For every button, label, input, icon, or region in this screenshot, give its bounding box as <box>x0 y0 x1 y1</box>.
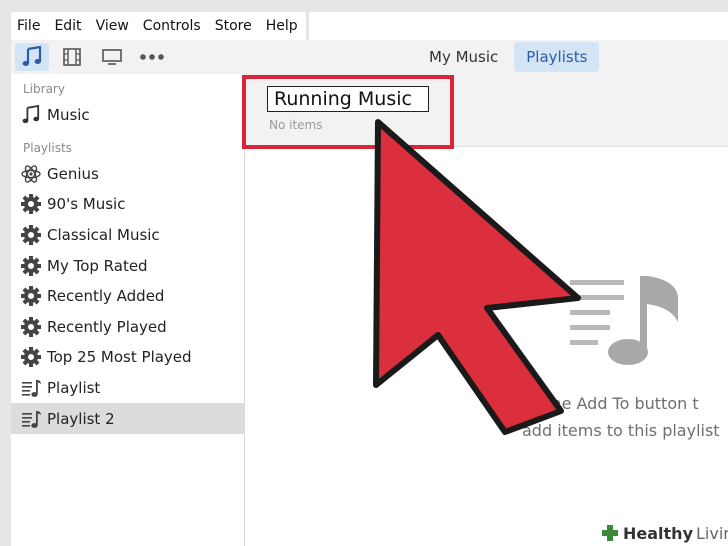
gear-icon <box>21 286 41 307</box>
tab-playlists[interactable]: Playlists <box>514 42 600 72</box>
menu-edit[interactable]: Edit <box>48 18 89 34</box>
gear-icon <box>21 255 41 276</box>
sidebar-item-label: Genius <box>47 164 99 183</box>
tab-my-music[interactable]: My Music <box>417 42 510 72</box>
sidebar-item-classical-music[interactable]: Classical Music <box>11 220 244 251</box>
sidebar-item-playlist[interactable]: Playlist <box>11 373 244 404</box>
menubar-divider <box>306 12 309 40</box>
sidebar-item-recently-played[interactable]: Recently Played <box>11 312 244 343</box>
sidebar-item-label: Recently Played <box>47 317 167 336</box>
playlists-section-label: Playlists <box>23 140 72 155</box>
watermark-bold-text: Healthy <box>623 523 693 543</box>
tv-media-button[interactable] <box>95 43 129 71</box>
sidebar-item-my-top-rated[interactable]: My Top Rated <box>11 250 244 281</box>
sidebar-item-playlist-2[interactable]: Playlist 2 <box>11 403 244 434</box>
playlist-icon <box>22 380 41 397</box>
empty-message-line-2: add items to this playlist <box>522 421 720 440</box>
sidebar-item-music[interactable]: Music <box>11 100 244 131</box>
playlist-music-icon <box>570 276 678 365</box>
more-icon <box>140 54 164 60</box>
sidebar-item-90s-music[interactable]: 90's Music <box>11 189 244 220</box>
empty-playlist-message: ck the Add To button t add items to this… <box>522 390 728 444</box>
menu-view[interactable]: View <box>90 18 137 34</box>
atom-icon <box>21 165 41 183</box>
toolbar: My Music Playlists <box>11 40 728 74</box>
menu-bar: File Edit View Controls Store Help <box>11 12 728 40</box>
sidebar-item-genius[interactable]: Genius <box>11 159 244 190</box>
playlist-icon <box>22 410 41 428</box>
more-button[interactable] <box>135 43 169 71</box>
music-media-button[interactable] <box>15 43 49 71</box>
gear-icon <box>21 347 41 368</box>
gear-icon <box>21 194 41 215</box>
menu-file[interactable]: File <box>11 18 48 34</box>
sidebar-item-label: Playlist <box>47 379 101 398</box>
sidebar-item-label: Top 25 Most Played <box>47 348 192 367</box>
sidebar-item-label: 90's Music <box>47 195 126 214</box>
music-note-icon <box>22 46 42 66</box>
sidebar-item-recently-added[interactable]: Recently Added <box>11 281 244 312</box>
gear-icon <box>21 225 41 246</box>
sidebar-item-label: Music <box>47 106 90 125</box>
plus-cross-icon <box>602 525 618 541</box>
sidebar: Library Music Playlists Genius 90's Musi… <box>11 74 245 546</box>
highlight-box <box>242 75 454 149</box>
menu-help[interactable]: Help <box>260 18 306 34</box>
sidebar-item-label: My Top Rated <box>47 256 148 275</box>
sidebar-item-label: Classical Music <box>47 226 160 245</box>
sidebar-item-label: Playlist 2 <box>47 409 115 428</box>
sidebar-item-label: Recently Added <box>47 287 165 306</box>
monitor-icon <box>102 49 122 65</box>
film-icon <box>63 48 81 66</box>
movies-media-button[interactable] <box>55 43 89 71</box>
watermark-light-text: Living <box>696 523 728 543</box>
menu-controls[interactable]: Controls <box>137 18 209 34</box>
gear-icon <box>21 316 41 337</box>
menu-store[interactable]: Store <box>209 18 260 34</box>
view-tabs: My Music Playlists <box>417 42 603 72</box>
empty-message-line-1: ck the Add To button t <box>522 394 699 413</box>
music-note-icon <box>22 105 40 124</box>
library-section-label: Library <box>23 82 65 96</box>
sidebar-item-top-25-most-played[interactable]: Top 25 Most Played <box>11 342 244 373</box>
watermark: Healthy Living <box>596 520 728 546</box>
